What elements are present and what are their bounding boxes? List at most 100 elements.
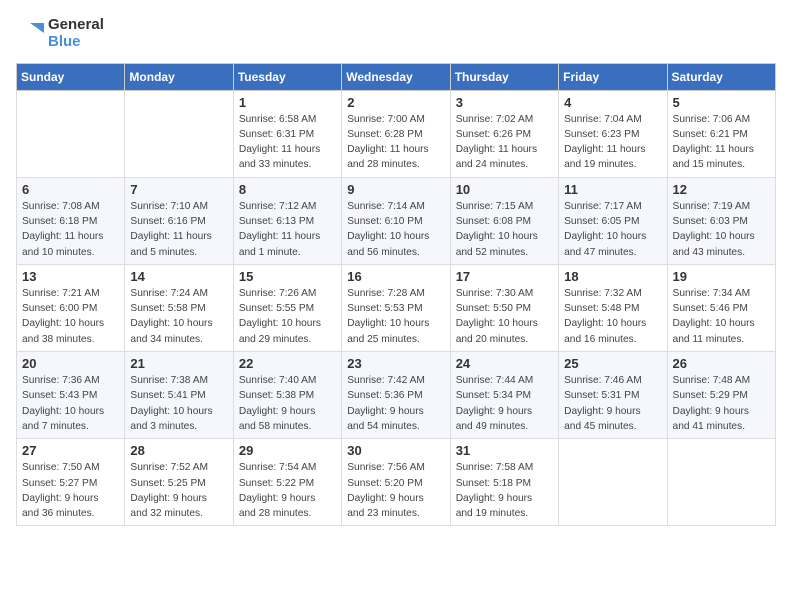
day-info: Sunrise: 7:38 AMSunset: 5:41 PMDaylight:… (130, 373, 227, 434)
calendar-cell: 2 Sunrise: 7:00 AMSunset: 6:28 PMDaylight… (342, 90, 450, 177)
day-info: Sunrise: 7:12 AMSunset: 6:13 PMDaylight:… (239, 199, 336, 260)
day-info: Sunrise: 7:34 AMSunset: 5:46 PMDaylight:… (673, 286, 770, 347)
col-header-friday: Friday (559, 63, 667, 90)
logo-text: GeneralBlue (48, 16, 104, 51)
calendar-cell: 9 Sunrise: 7:14 AMSunset: 6:10 PMDaylight… (342, 177, 450, 264)
day-number: 23 (347, 356, 444, 371)
calendar-cell: 29Sunrise: 7:54 AMSunset: 5:22 PMDayligh… (233, 439, 341, 526)
calendar-cell: 24 Sunrise: 7:44 AMSunset: 5:34 PMDayligh… (450, 352, 558, 439)
day-number: 7 (130, 182, 227, 197)
day-number: 18 (564, 269, 661, 284)
day-number: 15 (239, 269, 336, 284)
calendar-cell (559, 439, 667, 526)
day-info: Sunrise: 7:28 AMSunset: 5:53 PMDaylight:… (347, 286, 444, 347)
day-info: Sunrise: 7:50 AMSunset: 5:27 PMDaylight:… (22, 460, 119, 521)
day-info: Sunrise: 7:40 AMSunset: 5:38 PMDaylight:… (239, 373, 336, 434)
day-number: 11 (564, 182, 661, 197)
calendar-cell: 11 Sunrise: 7:17 AMSunset: 6:05 PMDayligh… (559, 177, 667, 264)
calendar-cell: 27 Sunrise: 7:50 AMSunset: 5:27 PMDayligh… (17, 439, 125, 526)
calendar-cell (17, 90, 125, 177)
calendar-cell: 23Sunrise: 7:42 AMSunset: 5:36 PMDayligh… (342, 352, 450, 439)
day-number: 17 (456, 269, 553, 284)
day-number: 26 (673, 356, 770, 371)
calendar-cell: 8 Sunrise: 7:12 AMSunset: 6:13 PMDaylight… (233, 177, 341, 264)
day-number: 8 (239, 182, 336, 197)
day-number: 31 (456, 443, 553, 458)
day-info: Sunrise: 7:17 AMSunset: 6:05 PMDaylight:… (564, 199, 661, 260)
day-info: Sunrise: 7:15 AMSunset: 6:08 PMDaylight:… (456, 199, 553, 260)
day-number: 3 (456, 95, 553, 110)
day-number: 30 (347, 443, 444, 458)
day-info: Sunrise: 7:04 AMSunset: 6:23 PMDaylight:… (564, 112, 661, 173)
calendar-week-5: 27 Sunrise: 7:50 AMSunset: 5:27 PMDayligh… (17, 439, 776, 526)
day-number: 9 (347, 182, 444, 197)
day-info: Sunrise: 7:52 AMSunset: 5:25 PMDaylight:… (130, 460, 227, 521)
day-number: 29 (239, 443, 336, 458)
calendar-week-2: 6 Sunrise: 7:08 AMSunset: 6:18 PMDaylight… (17, 177, 776, 264)
day-info: Sunrise: 7:08 AMSunset: 6:18 PMDaylight:… (22, 199, 119, 260)
calendar-cell: 3 Sunrise: 7:02 AMSunset: 6:26 PMDaylight… (450, 90, 558, 177)
header-row: SundayMondayTuesdayWednesdayThursdayFrid… (17, 63, 776, 90)
day-number: 2 (347, 95, 444, 110)
calendar-cell: 22 Sunrise: 7:40 AMSunset: 5:38 PMDayligh… (233, 352, 341, 439)
col-header-thursday: Thursday (450, 63, 558, 90)
calendar-cell: 19Sunrise: 7:34 AMSunset: 5:46 PMDayligh… (667, 264, 775, 351)
day-info: Sunrise: 7:06 AMSunset: 6:21 PMDaylight:… (673, 112, 770, 173)
day-number: 4 (564, 95, 661, 110)
page-header: GeneralBlue (16, 16, 776, 51)
day-info: Sunrise: 7:58 AMSunset: 5:18 PMDaylight:… (456, 460, 553, 521)
day-number: 25 (564, 356, 661, 371)
day-number: 20 (22, 356, 119, 371)
logo-container: GeneralBlue (16, 16, 104, 51)
calendar-week-4: 20Sunrise: 7:36 AMSunset: 5:43 PMDayligh… (17, 352, 776, 439)
calendar-cell: 20Sunrise: 7:36 AMSunset: 5:43 PMDayligh… (17, 352, 125, 439)
logo: GeneralBlue (16, 16, 104, 51)
col-header-monday: Monday (125, 63, 233, 90)
day-info: Sunrise: 7:26 AMSunset: 5:55 PMDaylight:… (239, 286, 336, 347)
day-number: 6 (22, 182, 119, 197)
calendar-cell (125, 90, 233, 177)
calendar-week-3: 13Sunrise: 7:21 AMSunset: 6:00 PMDayligh… (17, 264, 776, 351)
day-number: 28 (130, 443, 227, 458)
calendar-cell: 12 Sunrise: 7:19 AMSunset: 6:03 PMDayligh… (667, 177, 775, 264)
col-header-tuesday: Tuesday (233, 63, 341, 90)
day-info: Sunrise: 7:00 AMSunset: 6:28 PMDaylight:… (347, 112, 444, 173)
day-info: Sunrise: 7:48 AMSunset: 5:29 PMDaylight:… (673, 373, 770, 434)
col-header-sunday: Sunday (17, 63, 125, 90)
day-number: 5 (673, 95, 770, 110)
day-info: Sunrise: 7:24 AMSunset: 5:58 PMDaylight:… (130, 286, 227, 347)
calendar-cell: 25 Sunrise: 7:46 AMSunset: 5:31 PMDayligh… (559, 352, 667, 439)
calendar-week-1: 1Sunrise: 6:58 AMSunset: 6:31 PMDaylight… (17, 90, 776, 177)
day-number: 13 (22, 269, 119, 284)
day-info: Sunrise: 7:14 AMSunset: 6:10 PMDaylight:… (347, 199, 444, 260)
calendar-cell: 1Sunrise: 6:58 AMSunset: 6:31 PMDaylight… (233, 90, 341, 177)
col-header-wednesday: Wednesday (342, 63, 450, 90)
day-info: Sunrise: 7:44 AMSunset: 5:34 PMDaylight:… (456, 373, 553, 434)
col-header-saturday: Saturday (667, 63, 775, 90)
calendar-table: SundayMondayTuesdayWednesdayThursdayFrid… (16, 63, 776, 527)
calendar-cell: 10Sunrise: 7:15 AMSunset: 6:08 PMDayligh… (450, 177, 558, 264)
calendar-cell: 16 Sunrise: 7:28 AMSunset: 5:53 PMDayligh… (342, 264, 450, 351)
calendar-cell: 21 Sunrise: 7:38 AMSunset: 5:41 PMDayligh… (125, 352, 233, 439)
day-info: Sunrise: 7:46 AMSunset: 5:31 PMDaylight:… (564, 373, 661, 434)
day-number: 16 (347, 269, 444, 284)
day-number: 21 (130, 356, 227, 371)
calendar-cell: 28 Sunrise: 7:52 AMSunset: 5:25 PMDayligh… (125, 439, 233, 526)
day-info: Sunrise: 7:30 AMSunset: 5:50 PMDaylight:… (456, 286, 553, 347)
day-number: 24 (456, 356, 553, 371)
calendar-cell: 26 Sunrise: 7:48 AMSunset: 5:29 PMDayligh… (667, 352, 775, 439)
calendar-cell: 30 Sunrise: 7:56 AMSunset: 5:20 PMDayligh… (342, 439, 450, 526)
day-info: Sunrise: 7:02 AMSunset: 6:26 PMDaylight:… (456, 112, 553, 173)
day-number: 27 (22, 443, 119, 458)
day-info: Sunrise: 7:19 AMSunset: 6:03 PMDaylight:… (673, 199, 770, 260)
day-info: Sunrise: 7:56 AMSunset: 5:20 PMDaylight:… (347, 460, 444, 521)
calendar-cell: 14 Sunrise: 7:24 AMSunset: 5:58 PMDayligh… (125, 264, 233, 351)
day-number: 12 (673, 182, 770, 197)
day-number: 22 (239, 356, 336, 371)
calendar-cell: 7Sunrise: 7:10 AMSunset: 6:16 PMDaylight… (125, 177, 233, 264)
day-info: Sunrise: 6:58 AMSunset: 6:31 PMDaylight:… (239, 112, 336, 173)
calendar-cell: 5 Sunrise: 7:06 AMSunset: 6:21 PMDaylight… (667, 90, 775, 177)
calendar-cell: 18Sunrise: 7:32 AMSunset: 5:48 PMDayligh… (559, 264, 667, 351)
day-number: 14 (130, 269, 227, 284)
calendar-cell: 6 Sunrise: 7:08 AMSunset: 6:18 PMDaylight… (17, 177, 125, 264)
